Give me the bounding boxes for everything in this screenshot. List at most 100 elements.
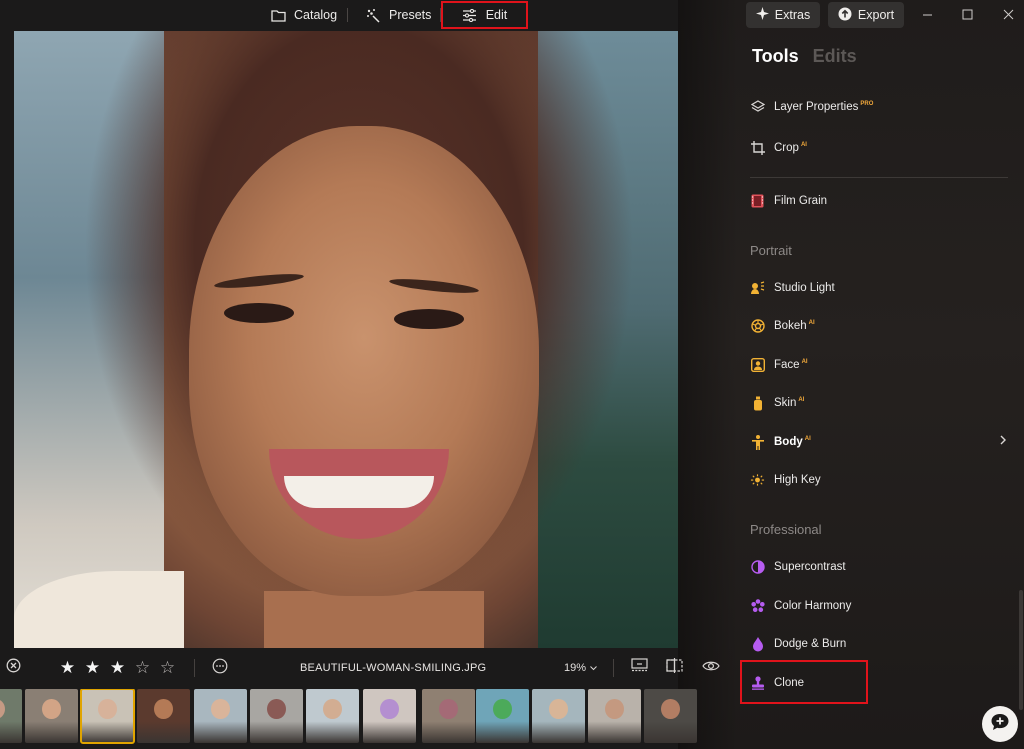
chat-support-button[interactable] <box>982 706 1018 742</box>
star-empty-icon[interactable]: ☆ <box>155 658 180 678</box>
filmstrip-thumbnail[interactable] <box>363 689 416 743</box>
extras-label: Extras <box>774 8 811 22</box>
minimize-button[interactable] <box>916 4 938 26</box>
tab-edits[interactable]: Edits <box>813 46 857 67</box>
tool-label: Bokeh <box>774 320 807 332</box>
skin-icon <box>750 396 765 411</box>
filmstrip <box>0 689 730 745</box>
tool-label: Supercontrast <box>774 561 846 573</box>
filmstrip-thumbnail[interactable] <box>306 689 359 743</box>
tool-color-harmony[interactable]: Color Harmony <box>750 594 851 618</box>
tool-bokeh[interactable]: Bokeh AI <box>750 314 815 338</box>
close-window-button[interactable] <box>997 4 1019 26</box>
tab-edit-label: Edit <box>485 8 508 22</box>
reject-button[interactable] <box>6 650 21 686</box>
filmstrip-thumbnail[interactable] <box>80 689 135 744</box>
filmstrip-toggle-button[interactable] <box>631 650 648 686</box>
tab-presets[interactable]: Presets <box>365 0 431 30</box>
tab-catalog[interactable]: Catalog <box>270 0 337 30</box>
tool-skin[interactable]: Skin AI <box>750 391 804 415</box>
filmstrip-thumbnail[interactable] <box>476 689 529 743</box>
color-harmony-icon <box>750 599 765 614</box>
tool-label: High Key <box>774 474 821 486</box>
thumbnail-subject <box>379 698 400 720</box>
filmstrip-thumbnail[interactable] <box>194 689 247 743</box>
export-button[interactable]: Export <box>828 2 904 28</box>
thumbnail-subject <box>266 698 287 720</box>
panel-scrollbar[interactable] <box>1019 590 1023 710</box>
preview-eye-button[interactable] <box>702 650 720 686</box>
thumbnail-subject <box>41 698 62 720</box>
ai-tag: AI <box>798 397 805 403</box>
maximize-icon <box>962 8 973 23</box>
tool-crop[interactable]: Crop AI <box>750 136 807 160</box>
tab-tools[interactable]: Tools <box>752 46 799 67</box>
tab-edit[interactable]: Edit <box>441 1 528 29</box>
tool-supercontrast[interactable]: Supercontrast <box>750 555 846 579</box>
tool-studio-light[interactable]: Studio Light <box>750 276 835 300</box>
filmstrip-thumbnail[interactable] <box>422 689 475 743</box>
photo-canvas[interactable] <box>14 31 678 648</box>
star-filled-icon[interactable]: ★ <box>55 658 80 678</box>
minimize-icon <box>922 8 933 23</box>
tool-label: Layer Properties <box>774 101 859 113</box>
ai-tag: AI <box>801 359 808 365</box>
tab-catalog-label: Catalog <box>294 8 338 22</box>
thumbnail-subject <box>97 698 118 720</box>
photo-eye-right <box>394 309 464 329</box>
filmstrip-thumbnail[interactable] <box>137 689 190 743</box>
divider <box>347 8 348 22</box>
star-filled-icon[interactable]: ★ <box>80 658 105 678</box>
eye-icon <box>702 659 720 677</box>
more-dots-icon <box>212 658 228 679</box>
filmstrip-icon <box>631 658 648 678</box>
compare-button[interactable] <box>666 650 683 686</box>
info-bar: ★ ★ ★ ☆ ☆ BEAUTIFUL-WOMAN-SMILING.JPG 19% <box>0 650 730 686</box>
layers-icon <box>750 100 765 115</box>
filmstrip-thumbnail[interactable] <box>644 689 697 743</box>
tool-label: Body <box>774 436 803 448</box>
reject-circle-x-icon <box>6 658 21 678</box>
tool-label: Color Harmony <box>774 600 852 612</box>
face-icon <box>750 358 765 373</box>
tool-film-grain[interactable]: Film Grain <box>750 189 827 213</box>
more-options-button[interactable] <box>212 650 228 686</box>
photo-teeth <box>284 476 434 508</box>
thumbnail-subject <box>604 698 625 720</box>
upload-circle-icon <box>838 7 852 24</box>
extras-button[interactable]: Extras <box>746 2 820 28</box>
thumbnail-subject <box>322 698 343 720</box>
supercontrast-icon <box>750 560 765 575</box>
star-rating[interactable]: ★ ★ ★ ☆ ☆ <box>55 650 180 686</box>
high-key-icon <box>750 473 765 488</box>
filmstrip-thumbnail[interactable] <box>250 689 303 743</box>
tab-presets-label: Presets <box>389 8 432 22</box>
tool-body[interactable]: Body AI <box>750 430 811 454</box>
top-bar: Catalog Presets Edit Extras Export <box>0 0 1024 30</box>
star-filled-icon[interactable]: ★ <box>105 658 130 678</box>
tool-label: Film Grain <box>774 195 828 207</box>
pro-tag: PRO <box>860 101 874 107</box>
filmstrip-thumbnail[interactable] <box>25 689 78 743</box>
tool-high-key[interactable]: High Key <box>750 468 821 492</box>
maximize-button[interactable] <box>956 4 978 26</box>
thumbnail-subject <box>210 698 231 720</box>
tool-layer-properties[interactable]: Layer Properties PRO <box>750 95 873 119</box>
divider <box>613 659 614 677</box>
thumbnail-subject <box>438 698 459 720</box>
star-empty-icon[interactable]: ☆ <box>130 658 155 678</box>
tool-label: Face <box>774 359 800 371</box>
filmstrip-thumbnail[interactable] <box>588 689 641 743</box>
filmstrip-thumbnail[interactable] <box>0 689 22 743</box>
chevron-right-icon[interactable] <box>999 433 1007 448</box>
folder-icon <box>270 7 286 23</box>
body-icon <box>750 434 765 450</box>
tool-dodge-burn[interactable]: Dodge & Burn <box>750 632 846 656</box>
filmstrip-thumbnail[interactable] <box>532 689 585 743</box>
tool-face[interactable]: Face AI <box>750 353 808 377</box>
thumbnail-subject <box>660 698 681 720</box>
tool-label: Dodge & Burn <box>774 638 847 650</box>
zoom-dropdown[interactable]: 19% <box>564 650 597 686</box>
sparkle-icon <box>755 7 769 23</box>
thumbnail-subject <box>153 698 174 720</box>
